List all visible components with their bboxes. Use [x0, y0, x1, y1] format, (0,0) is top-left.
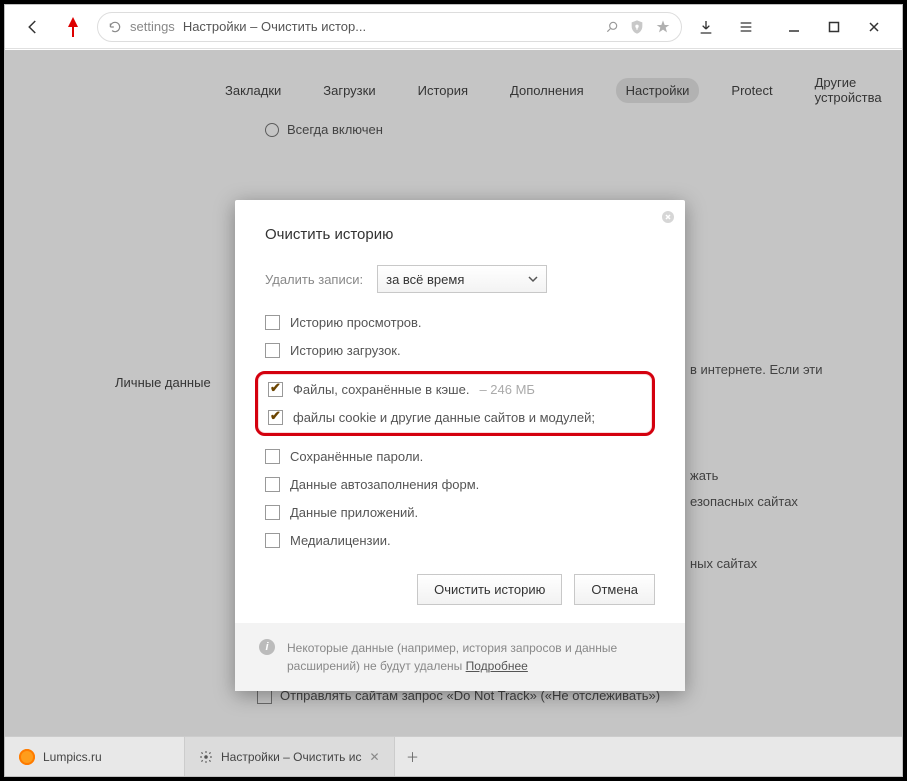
modal-footer-text: Некоторые данные (например, история запр… [287, 639, 661, 675]
search-icon[interactable] [605, 20, 619, 34]
checkbox-download-history[interactable]: Историю загрузок. [265, 343, 655, 358]
more-link[interactable]: Подробнее [466, 659, 528, 673]
checkbox-passwords[interactable]: Сохранённые пароли. [265, 449, 655, 464]
checkbox-app-data[interactable]: Данные приложений. [265, 505, 655, 520]
time-range-select[interactable]: за всё время [377, 265, 547, 293]
yandex-logo[interactable] [57, 11, 89, 43]
browser-toolbar: settings Настройки – Очистить истор... [5, 5, 902, 49]
checkbox-autofill[interactable]: Данные автозаполнения форм. [265, 477, 655, 492]
checkbox-cache[interactable]: Файлы, сохранённые в кэше. – 246 МБ [268, 382, 642, 397]
tab-bar: Lumpics.ru Настройки – Очистить ис ✕ ＋ [5, 736, 902, 776]
modal-title: Очистить историю [265, 226, 655, 243]
downloads-button[interactable] [690, 11, 722, 43]
clear-history-button[interactable]: Очистить историю [417, 574, 562, 605]
tab-lumpics[interactable]: Lumpics.ru [5, 737, 185, 776]
address-prefix: settings [130, 19, 175, 34]
address-title: Настройки – Очистить истор... [183, 19, 366, 34]
back-button[interactable] [17, 11, 49, 43]
checkbox-media-licenses[interactable]: Медиалицензии. [265, 533, 655, 548]
info-icon: i [259, 639, 275, 655]
tab-close-button[interactable]: ✕ [369, 750, 379, 764]
checkbox-browsing-history[interactable]: Историю просмотров. [265, 315, 655, 330]
checkbox-cookies[interactable]: файлы cookie и другие данные сайтов и мо… [268, 410, 642, 425]
close-window-button[interactable] [858, 11, 890, 43]
shield-icon[interactable] [629, 19, 645, 35]
annotation-highlight: Файлы, сохранённые в кэше. – 246 МБ файл… [255, 371, 655, 436]
modal-close-button[interactable] [659, 208, 677, 226]
cancel-button[interactable]: Отмена [574, 574, 655, 605]
cache-size: – 246 МБ [479, 382, 535, 397]
menu-button[interactable] [730, 11, 762, 43]
bookmark-star-icon[interactable] [655, 19, 671, 35]
lumpics-favicon [19, 749, 35, 765]
clear-history-modal: Очистить историю Удалить записи: за всё … [235, 200, 685, 691]
gear-icon [199, 750, 213, 764]
minimize-button[interactable] [778, 11, 810, 43]
tab-settings[interactable]: Настройки – Очистить ис ✕ [185, 737, 395, 776]
chevron-down-icon [528, 274, 538, 284]
new-tab-button[interactable]: ＋ [395, 737, 431, 776]
reload-icon[interactable] [108, 20, 122, 34]
address-bar[interactable]: settings Настройки – Очистить истор... [97, 12, 682, 42]
maximize-button[interactable] [818, 11, 850, 43]
delete-label: Удалить записи: [265, 272, 363, 287]
